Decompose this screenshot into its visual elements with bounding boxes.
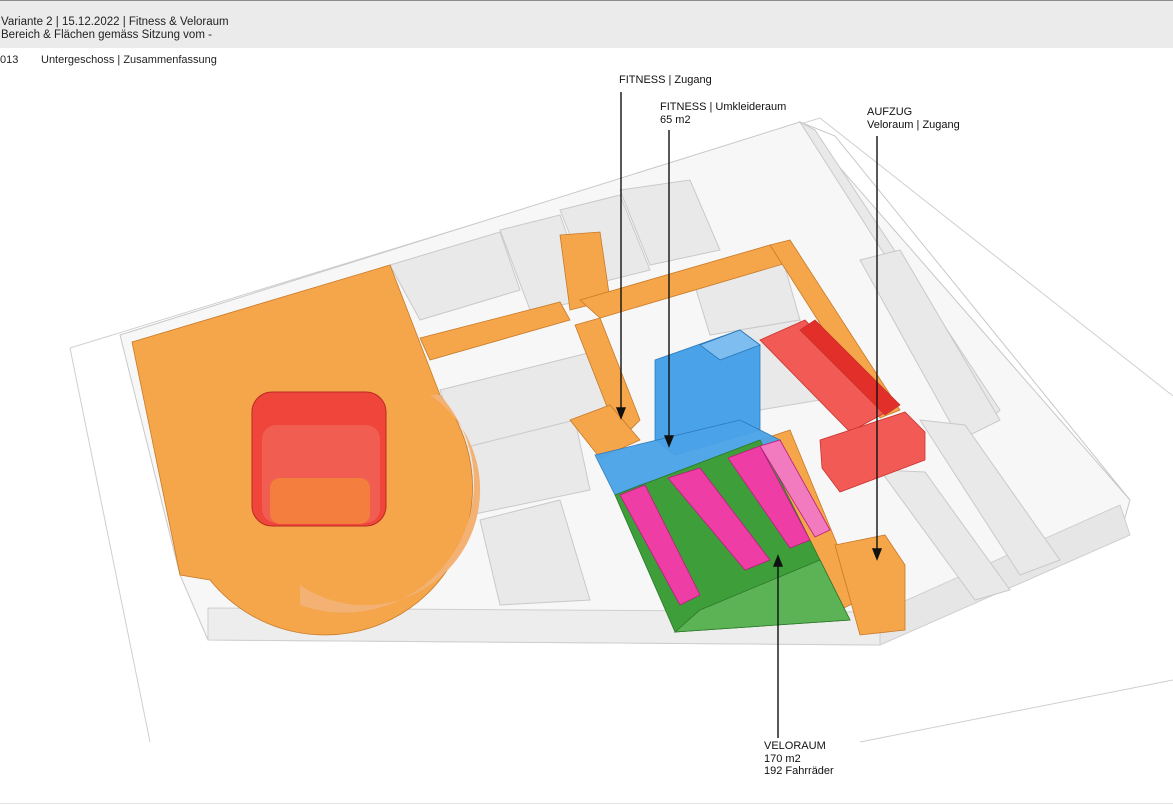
footer-divider	[0, 803, 1173, 804]
red-core	[251, 391, 387, 527]
floor-plan-drawing	[69, 92, 1173, 743]
label-fitness-zugang: FITNESS | Zugang	[619, 74, 712, 86]
label-aufzug: AUFZUG Veloraum | Zugang	[867, 106, 960, 131]
label-veloraum: VELORAUM 170 m2 192 Fahrräder	[764, 740, 834, 777]
label-fitness-umkleide: FITNESS | Umkleideraum 65 m2	[660, 101, 787, 126]
